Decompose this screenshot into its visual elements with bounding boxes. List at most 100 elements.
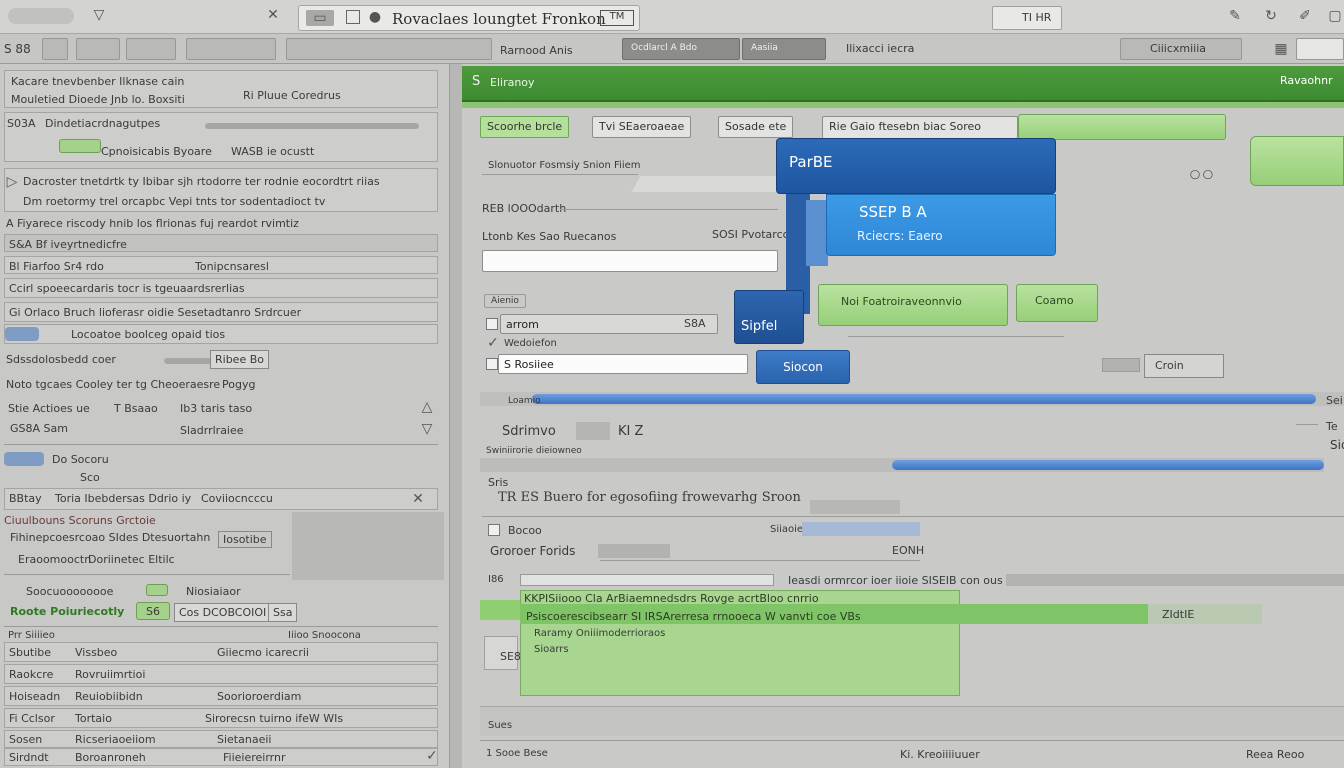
text-field[interactable] <box>482 250 778 272</box>
list-item[interactable]: Bl Fiarfoo Sr4 rdo Tonipcnsaresl <box>4 256 438 274</box>
toolbar-green-button[interactable] <box>126 38 176 60</box>
checkbox-chip <box>802 522 920 536</box>
toolbar-dark-button-1[interactable]: Ocdlarcl A Bdo <box>622 38 740 60</box>
green-bar-button[interactable] <box>1018 114 1226 140</box>
list-label: Sris <box>488 476 509 489</box>
status-bar-left: 1 Sooe Bese <box>486 748 548 759</box>
table-row[interactable]: Sioarrs <box>534 644 569 655</box>
strip-fill <box>892 460 1324 470</box>
toolbar-last-button[interactable] <box>1296 38 1344 60</box>
cancel-button[interactable]: Croin <box>1144 354 1224 378</box>
checkbox[interactable] <box>488 524 500 536</box>
chevron-down-icon[interactable]: ✓ <box>425 748 439 764</box>
list-item[interactable]: Sosen Ricseriaoeiiom Sietanaeii <box>4 730 438 748</box>
table-header-field[interactable] <box>520 574 774 586</box>
field2-label: Ltonb Kes Sao Ruecanos <box>482 230 617 243</box>
minimize-icon[interactable]: ▢ <box>1326 6 1344 26</box>
list-item[interactable]: Sirdndt Boroanroneh Fiieiereirrnr ✓ <box>4 748 438 766</box>
document-icon <box>346 10 360 24</box>
panel-splitter[interactable] <box>450 64 462 768</box>
expand-icon[interactable]: ▽ <box>420 421 434 437</box>
edit-icon[interactable]: ✎ <box>1224 6 1246 26</box>
header-title: Eliranoy <box>490 76 535 89</box>
status-value: KI Z <box>618 424 644 439</box>
list-item[interactable]: Soocuoooooooe Niosiaiaor <box>4 584 438 600</box>
section2-chip <box>598 544 670 558</box>
app-icon: ▭ <box>306 10 334 26</box>
list-item[interactable]: Kacare tnevbenber Ilknase cain Mouletied… <box>4 70 438 108</box>
list-item[interactable]: ▷ Dacroster tnetdrtk ty Ibibar sjh rtodo… <box>4 168 438 212</box>
window-controls[interactable] <box>8 8 74 24</box>
table-row[interactable]: KKPISiiooo Cla ArBiaemnedsdrs Rovge acrt… <box>524 592 819 605</box>
table-header-bar <box>1006 574 1344 586</box>
progress-label: Loamio <box>508 396 541 406</box>
popup-body[interactable]: SSEP B A Rciecrs: Eaero <box>826 194 1056 256</box>
list-item[interactable]: Eraoomooctn Doriinetec Eltilc <box>4 552 438 570</box>
list-item[interactable]: GS8A Sam Sladrrlraiee ▽ <box>4 420 438 440</box>
tab-active[interactable]: Rie Gaio ftesebn biac Soreo <box>822 116 1018 138</box>
list-item[interactable]: Stie Actioes ue T Bsaao Ib3 taris taso △ <box>4 399 438 418</box>
primary-button[interactable]: Siocon <box>756 350 850 384</box>
list-caption: A Fiyarece riscody hnib los flrionas fuj… <box>6 217 299 230</box>
toolbar-right-label: Ilixacci iecra <box>846 42 915 55</box>
description-chip <box>810 500 900 514</box>
list-item[interactable]: Raokcre Rovruiimrtioi <box>4 664 438 684</box>
collapse-icon[interactable]: △ <box>420 399 434 415</box>
status-chip <box>576 422 610 440</box>
status-badge <box>59 139 101 153</box>
footer-bar <box>480 706 1344 736</box>
tool-icon[interactable]: ✐ <box>1294 6 1316 26</box>
toolbar-view-button[interactable] <box>76 38 120 60</box>
check-icon: ✓ <box>487 335 499 351</box>
toolbar-right-button-label: Ciiicxmiiia <box>1150 42 1207 55</box>
tab-scoorhe[interactable]: Scoorhe brcle <box>480 116 570 138</box>
popup-dark-button[interactable]: Sipfel <box>734 290 804 344</box>
green-small-button[interactable]: Coamo <box>1016 284 1098 322</box>
list-item[interactable]: Fi Cclsor Tortaio Sirorecsn tuirno ifeW … <box>4 708 438 728</box>
list-item[interactable]: BBtay Toria Ibebdersas Ddrio iy Coviiocn… <box>4 488 438 510</box>
close-icon[interactable]: ✕ <box>411 491 425 507</box>
list-item[interactable]: Noto tgcaes Cooley ter tg Cheoeraesre Po… <box>4 376 438 394</box>
green-action-button[interactable]: Noi Foatroiraveonnvio <box>818 284 1008 326</box>
select-field[interactable]: S Rosiiee <box>498 354 748 374</box>
popup-connector-inner <box>806 200 828 266</box>
popup-subtitle: Rciecrs: Eaero <box>857 229 943 243</box>
toolbar-field-label: Rarnood Anis <box>500 44 573 57</box>
table-row[interactable]: Raramy Oniiimoderrioraos <box>534 628 665 639</box>
list-item[interactable]: Sbutibe Vissbeo Giiecmo icarecrii <box>4 642 438 662</box>
list-item[interactable]: Sdssdolosbedd coer Ribee Bo <box>4 350 438 372</box>
list-item[interactable]: Hoiseadn Reuiobiibidn Soorioroerdiam <box>4 686 438 706</box>
grid-icon[interactable]: ▦ <box>1270 38 1292 60</box>
close-tab-icon[interactable]: ✕ <box>266 7 280 23</box>
toolbar-dark-button-2[interactable]: Aasiia <box>742 38 826 60</box>
list-item[interactable]: Do Socoru <box>4 452 438 468</box>
side-glyph: ◯ ◯ <box>1190 170 1214 180</box>
list-item[interactable]: Ccirl spoeecardaris tocr is tgeuaardsrer… <box>4 278 438 298</box>
toolbar-r-button[interactable] <box>42 38 68 60</box>
list-item[interactable]: S03A Dindetiacrdnagutpes Cpnoisicabis By… <box>4 112 438 162</box>
checkbox[interactable] <box>486 358 498 370</box>
list-item[interactable]: Fihinepcoesrcoao SIdes Dtesuortahn Iosot… <box>4 530 438 548</box>
table-row[interactable]: Psiscoerescibsearr SI IRSArerresa rrnooe… <box>526 610 861 623</box>
list-item[interactable]: Sco <box>4 470 438 486</box>
footer-label: Sues <box>488 720 513 731</box>
refresh-icon[interactable]: ↻ <box>1260 6 1282 26</box>
settings-icon[interactable]: ● <box>368 9 382 25</box>
toolbar-breadcrumb[interactable] <box>286 38 492 60</box>
tab-sosade[interactable]: Sosade ete <box>718 116 794 138</box>
field1-label: REB lOOOdarth <box>482 202 567 215</box>
green-side-button[interactable] <box>1250 136 1344 186</box>
list-item[interactable]: Locoatoe boolceg opaid tios <box>4 324 438 344</box>
tab-tvi[interactable]: Tvi SEaeroaeae <box>592 116 692 138</box>
filter-icon[interactable]: ▽ <box>90 6 108 24</box>
section2-title: Groroer Forids <box>490 544 576 558</box>
toolbar-search-button[interactable] <box>186 38 276 60</box>
checkbox[interactable] <box>486 318 498 330</box>
side-label-2: Te <box>1326 420 1338 433</box>
table-left-num: SE8 <box>500 650 521 663</box>
list-item[interactable]: Gi Orlaco Bruch lioferasr oidie Sesetadt… <box>4 302 438 322</box>
gray-chip <box>1102 358 1140 372</box>
list-item[interactable]: S&A Bf iveyrtnedicfre <box>4 234 438 252</box>
side-label-3: Sio <box>1330 438 1344 452</box>
list-item[interactable]: Roote Poiuriecotly S6 Cos DCOBCOIOI Ssa <box>4 602 438 622</box>
